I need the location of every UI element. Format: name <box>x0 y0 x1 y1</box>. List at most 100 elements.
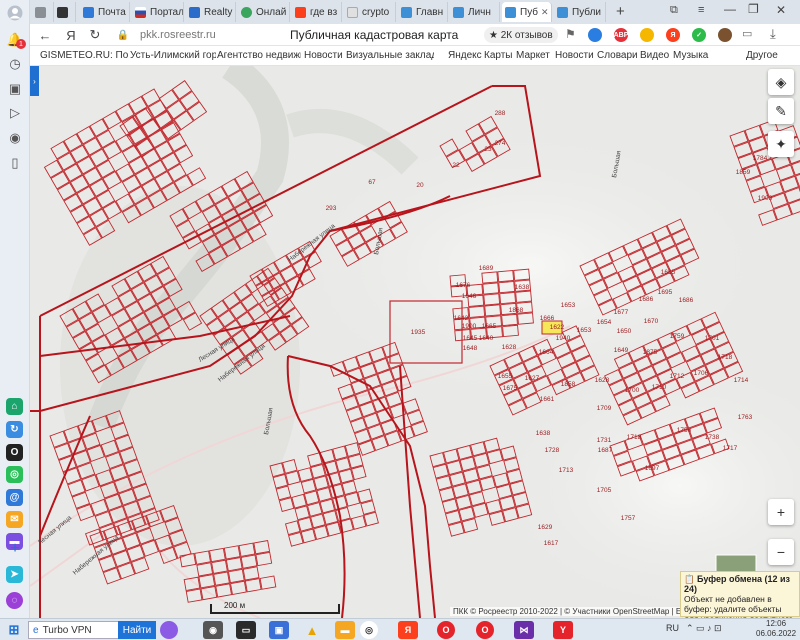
phone-icon[interactable]: ▯ <box>4 153 26 173</box>
url-field[interactable]: pkk.rosreestr.ru <box>140 29 216 41</box>
chrome-taskbar-icon[interactable]: ◎ <box>360 621 378 639</box>
cadastral-map[interactable]: 288 274 23 22 20 67 293 1935 1676 1689 1646 1638 164… <box>30 66 800 618</box>
check-icon[interactable]: ✓ <box>692 28 706 42</box>
close-icon[interactable]: ✕ <box>541 7 549 18</box>
bookmark-gismeteo[interactable]: GISMETEO.RU: Погод <box>40 50 128 61</box>
bookmark-video[interactable]: Видео <box>640 50 669 61</box>
folder-taskbar-icon[interactable]: ▬ <box>335 621 355 639</box>
bookmark-maps[interactable]: Карты <box>484 50 513 61</box>
parcel-number: 1712 <box>670 373 685 380</box>
tab-main[interactable]: Главн <box>398 2 448 22</box>
turbo-vpn-label: Turbo VPN <box>42 624 92 636</box>
vs-taskbar-icon[interactable]: ⋈ <box>514 621 534 639</box>
tab-pinned[interactable] <box>54 2 76 22</box>
alice-taskbar-icon[interactable] <box>160 621 178 639</box>
alice-icon[interactable]: ◌ <box>6 592 23 609</box>
vlc-taskbar-icon[interactable]: ▲ <box>302 621 322 639</box>
bookmark-music[interactable]: Музыка <box>673 50 708 61</box>
locate-icon[interactable]: ✦ <box>768 131 794 157</box>
send-app-icon[interactable]: ➤ <box>6 566 23 583</box>
adblock-icon[interactable]: ABP <box>614 28 628 42</box>
parcel-number: 1706 <box>694 370 709 377</box>
tab-crypto[interactable]: crypto <box>344 2 396 22</box>
collections-icon[interactable]: ▣ <box>4 79 26 99</box>
bookmark-news[interactable]: Новости <box>304 50 343 61</box>
weather-icon[interactable] <box>640 28 654 42</box>
map-canvas[interactable]: 288 27423 22 20 67 293 1935 1676 1689 1646 1638 164… <box>30 66 800 618</box>
reviews-badge[interactable]: ★ 2К отзывов <box>484 27 558 43</box>
yandex-browser-taskbar-icon[interactable]: Y <box>553 621 573 639</box>
bookmark-yandex[interactable]: Яндекс <box>448 50 482 61</box>
tray-icons[interactable]: ⌃ ▭ ♪ ⊡ <box>686 623 722 634</box>
bookmark-news-2[interactable]: Новости <box>555 50 594 61</box>
play-icon[interactable]: ▷ <box>4 103 26 123</box>
tab-public-map[interactable]: Публи <box>554 2 606 22</box>
ruler-icon[interactable]: ✎ <box>768 98 794 124</box>
camera-taskbar-icon[interactable]: ◉ <box>203 621 223 639</box>
parcel-number: 1756 <box>677 427 692 434</box>
cat-icon[interactable] <box>718 28 732 42</box>
hamburger-menu-icon[interactable]: ≡ <box>698 4 704 16</box>
bookmark-other[interactable]: Другое <box>746 50 778 61</box>
bookmark-visual[interactable]: Визуальные заклад <box>346 50 434 61</box>
window-close-icon[interactable]: ✕ <box>776 3 786 17</box>
minimize-icon[interactable]: — <box>724 2 736 16</box>
parcel-number: 1757 <box>621 515 636 522</box>
parcel-number: 23 <box>484 146 492 153</box>
yandex-logo-icon[interactable]: Я <box>62 26 80 44</box>
opera-taskbar-icon[interactable]: O <box>437 621 455 639</box>
parcel-number: 1677 <box>614 309 629 316</box>
bookmark-market[interactable]: Маркет <box>516 50 550 61</box>
tabs-menu-icon[interactable]: ⧉ <box>670 4 678 17</box>
tab-public-map-active[interactable]: Пуб ✕ <box>502 2 552 22</box>
windows-start-icon[interactable]: ⊞ <box>4 621 24 639</box>
app-icon-3[interactable]: О <box>6 444 23 461</box>
zoom-in-button[interactable]: + <box>768 499 794 525</box>
layers-icon[interactable]: ◈ <box>768 69 794 95</box>
language-indicator[interactable]: RU <box>666 623 679 633</box>
parcel-number: 1689 <box>479 265 494 272</box>
clipboard-title: Буфер обмена (12 из 24) <box>684 574 791 594</box>
opera-gx-taskbar-icon[interactable]: O <box>476 621 494 639</box>
new-tab-button[interactable]: + <box>616 3 625 20</box>
history-icon[interactable]: ◷ <box>4 54 26 74</box>
yandex-icon[interactable]: Я <box>666 28 680 42</box>
app-icon-2[interactable]: ↻ <box>6 421 23 438</box>
lock-icon[interactable]: 🔒 <box>114 26 132 44</box>
clock-time: 12:06 <box>766 619 787 628</box>
screen-icon[interactable]: ▭ <box>742 27 752 40</box>
monitor-taskbar-icon[interactable]: ▭ <box>236 621 256 639</box>
bookmark-ust-ilimsk[interactable]: Усть-Илимский горс <box>130 50 216 61</box>
tab-online[interactable]: Онлай <box>238 2 290 22</box>
mail-app-icon[interactable]: @ <box>6 489 23 506</box>
app-icon-1[interactable]: ⌂ <box>6 398 23 415</box>
clock[interactable]: 12:06 06.06.2022 <box>756 619 796 639</box>
parcel-number: 1666 <box>540 315 555 322</box>
clipboard-notification[interactable]: 📋 Буфер обмена (12 из 24) Объект не доба… <box>680 571 800 634</box>
tab-mail[interactable]: Почта <box>80 2 130 22</box>
profile-icon[interactable] <box>4 3 26 23</box>
tab-search[interactable]: где вз <box>292 2 342 22</box>
app-taskbar-icon[interactable]: ▣ <box>269 621 289 639</box>
yandex-taskbar-icon[interactable]: Я <box>398 621 418 639</box>
panel-toggle-icon[interactable]: › <box>30 66 39 96</box>
app-icon-4[interactable]: ◎ <box>6 466 23 483</box>
add-app-icon[interactable]: + <box>4 539 26 559</box>
download-icon[interactable]: ⤓ <box>770 26 776 42</box>
bookmark-dictionaries[interactable]: Словари <box>597 50 638 61</box>
yandex-favicon-icon <box>295 6 306 18</box>
back-icon[interactable]: ← <box>36 26 54 44</box>
find-button[interactable]: Найти <box>118 621 156 639</box>
bookmark-agency[interactable]: Агентство недвижи <box>217 50 301 61</box>
tab-personal[interactable]: Личн <box>450 2 500 22</box>
media-icon[interactable]: ◉ <box>4 128 26 148</box>
tab-portal[interactable]: Портал <box>132 2 184 22</box>
reload-icon[interactable]: ↻ <box>86 26 104 44</box>
tab-home[interactable] <box>32 2 54 22</box>
zoom-out-button[interactable]: − <box>768 539 794 565</box>
tab-realty[interactable]: Realty <box>186 2 236 22</box>
bird-icon[interactable] <box>588 28 602 42</box>
restore-icon[interactable]: ❐ <box>748 2 759 16</box>
envelope-app-icon[interactable]: ✉ <box>6 511 23 528</box>
bookmark-icon[interactable]: ⚑ <box>565 27 576 41</box>
